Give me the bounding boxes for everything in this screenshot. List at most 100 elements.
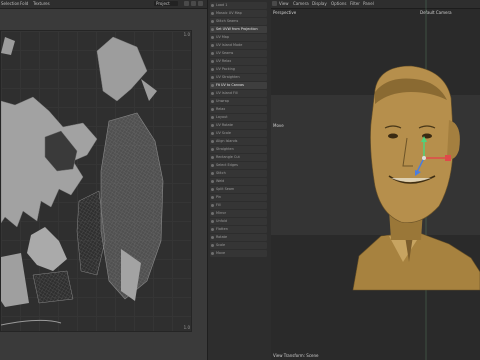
tool-label: Relax <box>216 107 226 111</box>
tool-label: Weld <box>216 179 225 183</box>
tool-item[interactable]: Unwrap <box>210 98 267 105</box>
tool-item[interactable]: UV Scale <box>210 130 267 137</box>
tool-icon <box>211 100 214 103</box>
tool-item[interactable]: Mirror <box>210 210 267 217</box>
tool-item[interactable]: UV Seams <box>210 50 267 57</box>
uv-island-top <box>96 36 148 102</box>
tool-label: Split Seam <box>216 187 235 191</box>
tool-icon <box>211 220 214 223</box>
tool-label: Fill <box>216 203 221 207</box>
tool-item[interactable]: UV Packing <box>210 66 267 73</box>
tool-label: Move <box>216 251 226 255</box>
tool-label: Pin <box>216 195 222 199</box>
tool-icon <box>211 84 214 87</box>
tool-item[interactable]: Rotate <box>210 234 267 241</box>
tool-label: UV Map <box>216 35 230 39</box>
tool-item[interactable]: Weld <box>210 178 267 185</box>
tool-icon <box>211 12 214 15</box>
project-select[interactable]: Project <box>154 1 178 6</box>
tool-label: UV Relax <box>216 59 232 63</box>
tool-icon <box>211 92 214 95</box>
uv-axis-label-bottom: 1.0 <box>183 325 190 330</box>
uv-island-bottom <box>0 319 62 326</box>
uv-canvas[interactable]: 1.0 1.0 <box>0 30 192 332</box>
tool-item[interactable]: Set UVW from Projection <box>210 26 267 33</box>
uv-island-shirt <box>32 270 74 304</box>
uv-tools-panel: Load 1 Mosaic UV Map Stitch Seams Set UVW f… <box>207 0 272 360</box>
uv-axis-label-top: 1.0 <box>183 32 190 37</box>
menu-selection[interactable]: Selection <box>1 1 19 6</box>
tool-label: Straighten <box>216 147 234 151</box>
tool-label: UV Island Mode <box>216 43 243 47</box>
3d-viewport[interactable]: View Camera Display Options Filter Panel… <box>271 0 480 360</box>
tool-label: UV Rotate <box>216 123 233 127</box>
tool-label: Unfold <box>216 219 227 223</box>
tool-label: Select Edges <box>216 163 238 167</box>
tool-icon <box>211 20 214 23</box>
tool-icon <box>211 140 214 143</box>
menu-fold[interactable]: Fold <box>20 1 28 6</box>
tool-item[interactable]: Load 1 <box>210 2 267 9</box>
tool-icon <box>211 188 214 191</box>
tool-label: UV Seams <box>216 51 234 55</box>
tool-icon <box>211 164 214 167</box>
tool-item[interactable]: UV Relax <box>210 58 267 65</box>
tool-item[interactable]: Stitch Seams <box>210 18 267 25</box>
tool-label: Scale <box>216 243 226 247</box>
tool-icon <box>211 28 214 31</box>
tool-item[interactable]: Split Seam <box>210 186 267 193</box>
tool-item[interactable]: Relax <box>210 106 267 113</box>
menu-textures[interactable]: Textures <box>33 1 50 6</box>
tool-item[interactable]: UV Map <box>210 34 267 41</box>
tool-label: Stitch Seams <box>216 19 239 23</box>
tool-icon <box>211 236 214 239</box>
bust-model <box>352 65 480 291</box>
tool-icon <box>211 252 214 255</box>
tool-label: Load 1 <box>216 3 228 7</box>
tool-icon <box>211 212 214 215</box>
view-icon[interactable] <box>184 1 189 6</box>
tool-item[interactable]: Flatten <box>210 226 267 233</box>
tool-item[interactable]: UV Straighten <box>210 74 267 81</box>
tool-item[interactable]: UV Island Fill <box>210 90 267 97</box>
tool-icon <box>211 116 214 119</box>
tool-item[interactable]: Rectangle Cut <box>210 154 267 161</box>
tool-item[interactable]: Fit UV to Canvas <box>210 82 267 89</box>
tool-item[interactable]: Pin <box>210 194 267 201</box>
grid-icon[interactable] <box>191 1 196 6</box>
tool-item[interactable]: Align Islands <box>210 138 267 145</box>
tool-icon <box>211 68 214 71</box>
tool-label: Align Islands <box>216 139 238 143</box>
tool-item[interactable]: Move <box>210 250 267 257</box>
tool-label: Stitch <box>216 171 226 175</box>
tool-icon <box>211 204 214 207</box>
tool-item[interactable]: Unfold <box>210 218 267 225</box>
tool-item[interactable]: Layout <box>210 114 267 121</box>
tool-icon <box>211 76 214 79</box>
viewport-scene <box>352 0 480 360</box>
tool-icon <box>211 172 214 175</box>
tool-icon <box>211 244 214 247</box>
tool-icon <box>211 108 214 111</box>
tool-label: Set UVW from Projection <box>216 27 258 31</box>
tool-icon <box>211 4 214 7</box>
tool-label: Fit UV to Canvas <box>216 83 244 87</box>
tool-icon <box>211 44 214 47</box>
tool-label: Flatten <box>216 227 228 231</box>
tool-item[interactable]: Straighten <box>210 146 267 153</box>
tool-item[interactable]: Select Edges <box>210 162 267 169</box>
settings-icon[interactable] <box>198 1 203 6</box>
tool-icon <box>211 52 214 55</box>
uv-menubar: Selection Fold Textures Project <box>0 0 207 9</box>
tool-item[interactable]: Fill <box>210 202 267 209</box>
tool-item[interactable]: Stitch <box>210 170 267 177</box>
tool-item[interactable]: UV Island Mode <box>210 42 267 49</box>
tool-item[interactable]: UV Rotate <box>210 122 267 129</box>
tool-label: UV Packing <box>216 67 235 71</box>
tool-label: Mirror <box>216 211 226 215</box>
tool-icon <box>211 148 214 151</box>
uv-editor-panel: Selection Fold Textures Project 1.0 1.0 <box>0 0 207 360</box>
tool-item[interactable]: Mosaic UV Map <box>210 10 267 17</box>
tool-label: Unwrap <box>216 99 230 103</box>
tool-item[interactable]: Scale <box>210 242 267 249</box>
